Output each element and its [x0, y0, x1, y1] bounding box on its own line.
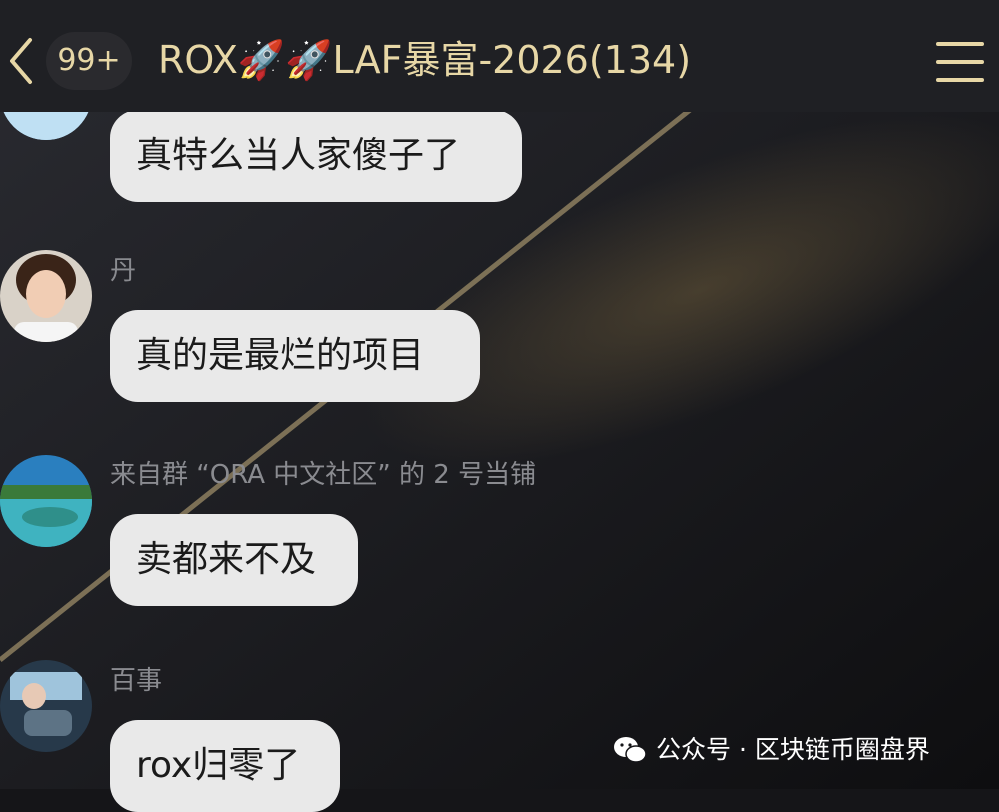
sender-name: 丹	[110, 256, 137, 286]
watermark: 公众号 · 区块链币圈盘界	[612, 730, 930, 770]
message-text: 真特么当人家傻子了	[136, 135, 461, 176]
message-text: 卖都来不及	[136, 539, 317, 580]
wechat-icon	[614, 737, 647, 763]
message-text: 真的是最烂的项目	[136, 335, 425, 376]
watermark-text: 公众号 · 区块链币圈盘界	[656, 735, 930, 764]
avatar[interactable]	[0, 250, 92, 342]
avatar[interactable]	[0, 455, 92, 547]
message-text: rox归零了	[136, 745, 301, 786]
message-bubble[interactable]: 真特么当人家傻子了	[110, 110, 522, 202]
message-bubble[interactable]: 真的是最烂的项目	[110, 310, 480, 402]
sender-name: 来自群 “ORA 中文社区” 的 2 号当铺	[110, 460, 537, 490]
message-bubble[interactable]: rox归零了	[110, 720, 340, 812]
avatar[interactable]	[0, 660, 92, 752]
sender-name: 百事	[110, 666, 163, 696]
chat-header: 99+ ROX🚀🚀LAF暴富-2026(134)	[0, 0, 999, 112]
back-arrow-icon[interactable]	[6, 36, 36, 86]
message-bubble[interactable]: 卖都来不及	[110, 514, 358, 606]
chat-title: ROX🚀🚀LAF暴富-2026(134)	[158, 38, 692, 82]
menu-icon[interactable]	[936, 42, 984, 82]
unread-count-badge[interactable]: 99+	[46, 32, 132, 90]
